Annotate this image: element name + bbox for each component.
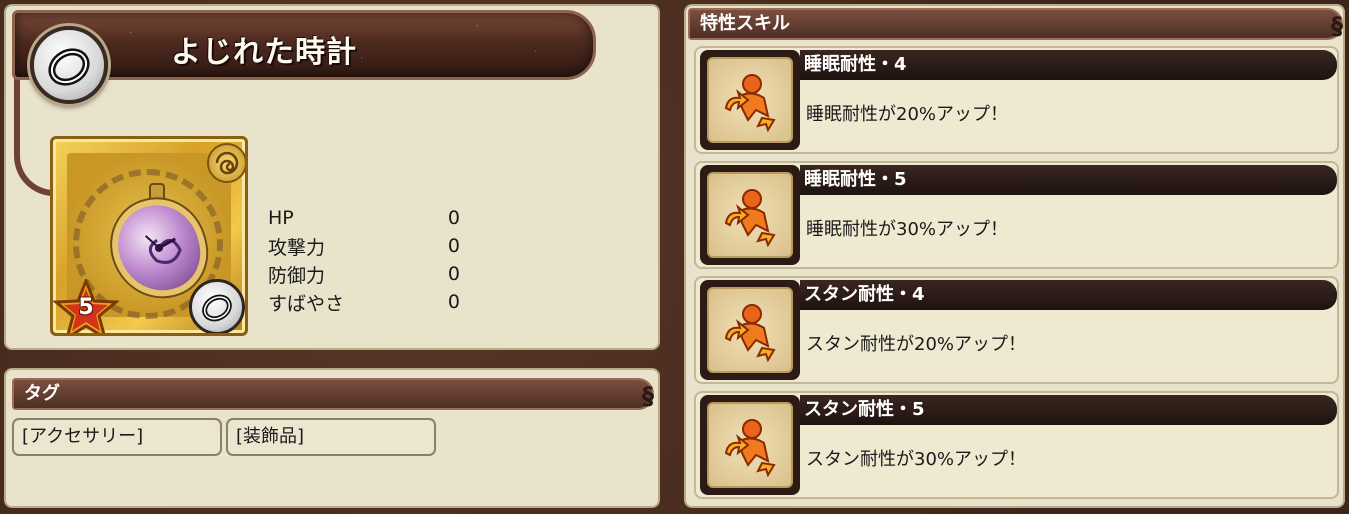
tag-chip[interactable]: [装飾品] xyxy=(226,418,436,456)
tag-chip[interactable]: [アクセサリー] xyxy=(12,418,222,456)
skill-icon-frame xyxy=(700,395,800,495)
resist-up-icon xyxy=(707,402,793,488)
skill-name: 睡眠耐性・4 xyxy=(800,50,1337,80)
skill-card[interactable]: スタン耐性・5 スタン耐性が30%アップ！ xyxy=(694,391,1339,499)
stat-row-attack: 攻撃力 0 xyxy=(268,232,468,260)
tag-header-label: タグ xyxy=(24,383,60,404)
skill-card[interactable]: 睡眠耐性・4 睡眠耐性が20%アップ！ xyxy=(694,46,1339,154)
skill-description: 睡眠耐性が30%アップ！ xyxy=(806,219,1009,240)
skills-header: 特性スキル § xyxy=(688,8,1343,40)
item-card[interactable]: 5 xyxy=(50,136,248,336)
item-stats: HP 0 攻撃力 0 防御力 0 すばやさ 0 xyxy=(268,204,468,316)
stat-label: すばやさ xyxy=(268,292,345,315)
skill-description: 睡眠耐性が20%アップ！ xyxy=(806,104,1009,125)
swirl-icon xyxy=(207,143,245,183)
stat-row-defense: 防御力 0 xyxy=(268,260,468,288)
item-detail-panel: よじれた時計 5 HP 0 攻撃力 0 防御力 0 すばやさ 0 xyxy=(4,4,660,350)
skills-panel: 特性スキル § 睡眠耐性・4 睡眠耐性が20%アップ！ 睡眠耐性・5 睡眠耐性が… xyxy=(684,4,1345,508)
skills-header-label: 特性スキル xyxy=(700,13,790,34)
skill-name: 睡眠耐性・5 xyxy=(800,165,1337,195)
tag-label: [装飾品] xyxy=(236,426,305,447)
resist-up-icon xyxy=(707,57,793,143)
skill-name: スタン耐性・4 xyxy=(800,280,1337,310)
ring-icon xyxy=(189,279,245,333)
resist-up-icon xyxy=(707,287,793,373)
tag-panel: タグ § [アクセサリー] [装飾品] xyxy=(4,368,660,508)
stat-label: 防御力 xyxy=(268,264,326,287)
stat-value: 0 xyxy=(447,291,460,313)
stat-label: 攻撃力 xyxy=(268,236,326,259)
skill-icon-frame xyxy=(700,165,800,265)
stat-value: 0 xyxy=(447,263,460,285)
skill-icon-frame xyxy=(700,280,800,380)
tag-label: [アクセサリー] xyxy=(22,426,144,447)
skill-description: スタン耐性が20%アップ！ xyxy=(806,334,1027,355)
skill-card[interactable]: スタン耐性・4 スタン耐性が20%アップ！ xyxy=(694,276,1339,384)
item-name: よじれた時計 xyxy=(171,35,357,70)
tag-header: タグ § xyxy=(12,378,654,410)
stat-label: HP xyxy=(268,207,294,229)
scroll-ornament-icon: § xyxy=(1331,12,1343,40)
ring-icon xyxy=(30,26,108,104)
rarity-number: 5 xyxy=(78,295,94,320)
skill-icon-frame xyxy=(700,50,800,150)
stat-value: 0 xyxy=(447,235,460,257)
stat-value: 0 xyxy=(447,207,460,229)
scroll-ornament-icon: § xyxy=(642,382,654,410)
skill-description: スタン耐性が30%アップ！ xyxy=(806,449,1027,470)
skill-name: スタン耐性・5 xyxy=(800,395,1337,425)
resist-up-icon xyxy=(707,172,793,258)
stat-row-speed: すばやさ 0 xyxy=(268,288,468,316)
stat-row-hp: HP 0 xyxy=(268,204,468,232)
skill-card[interactable]: 睡眠耐性・5 睡眠耐性が30%アップ！ xyxy=(694,161,1339,269)
